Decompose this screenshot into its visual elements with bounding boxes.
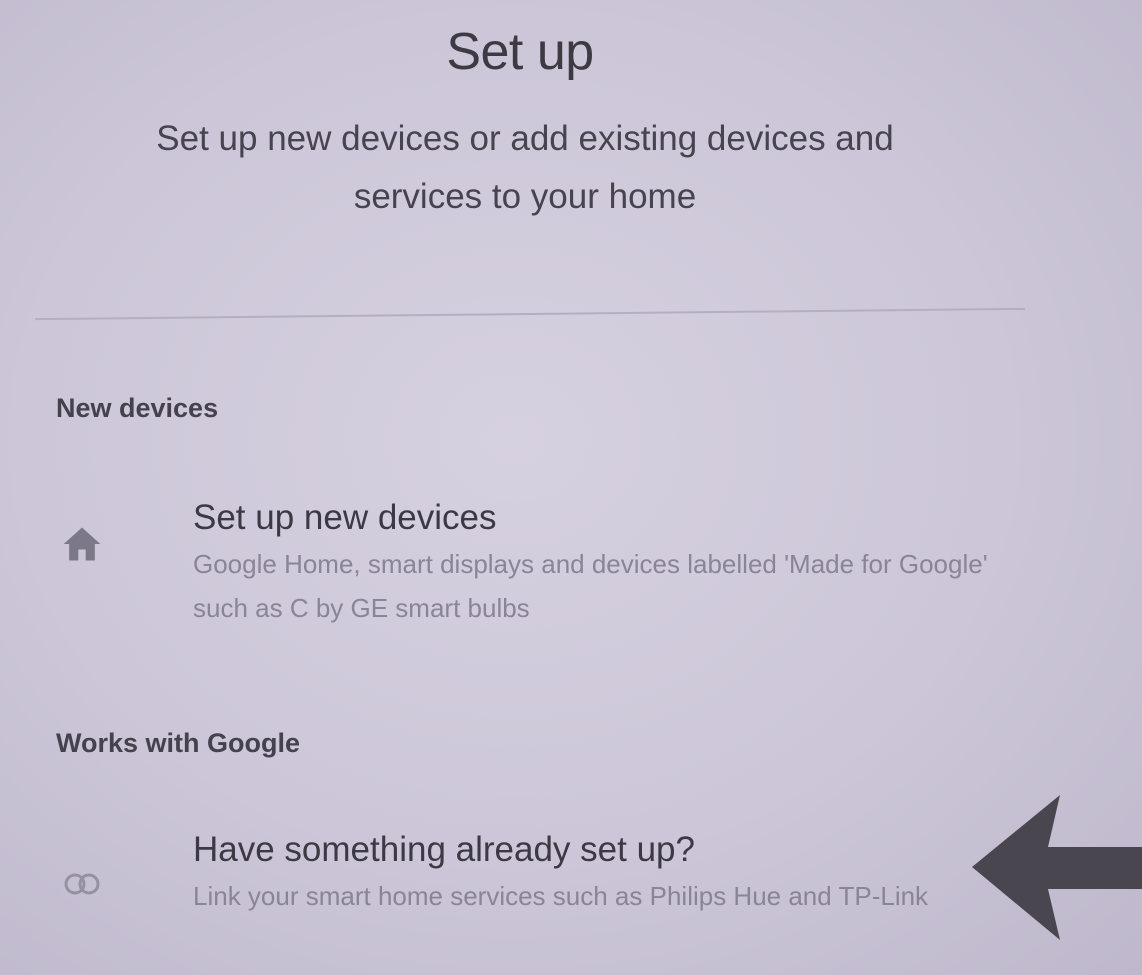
have-something-set-up-item[interactable]: Have something already set up? Link your… (58, 822, 1018, 972)
have-something-set-up-description: Link your smart home services such as Ph… (193, 881, 929, 911)
home-icon (63, 527, 101, 561)
section-header-works-with-google: Works with Google (56, 728, 301, 758)
have-something-set-up-title: Have something already set up? (193, 830, 695, 869)
link-icon (64, 873, 100, 895)
page-title: Set up (446, 23, 594, 81)
set-up-new-devices-title: Set up new devices (193, 498, 497, 537)
page-subtitle: Set up new devices or add existing devic… (156, 119, 894, 216)
section-header-new-devices: New devices (56, 393, 219, 423)
arrow-left-icon (972, 795, 1142, 940)
divider (35, 307, 1025, 321)
set-up-new-devices-description: Google Home, smart displays and devices … (193, 549, 988, 623)
set-up-new-devices-item[interactable]: Set up new devices Google Home, smart di… (58, 490, 1018, 640)
